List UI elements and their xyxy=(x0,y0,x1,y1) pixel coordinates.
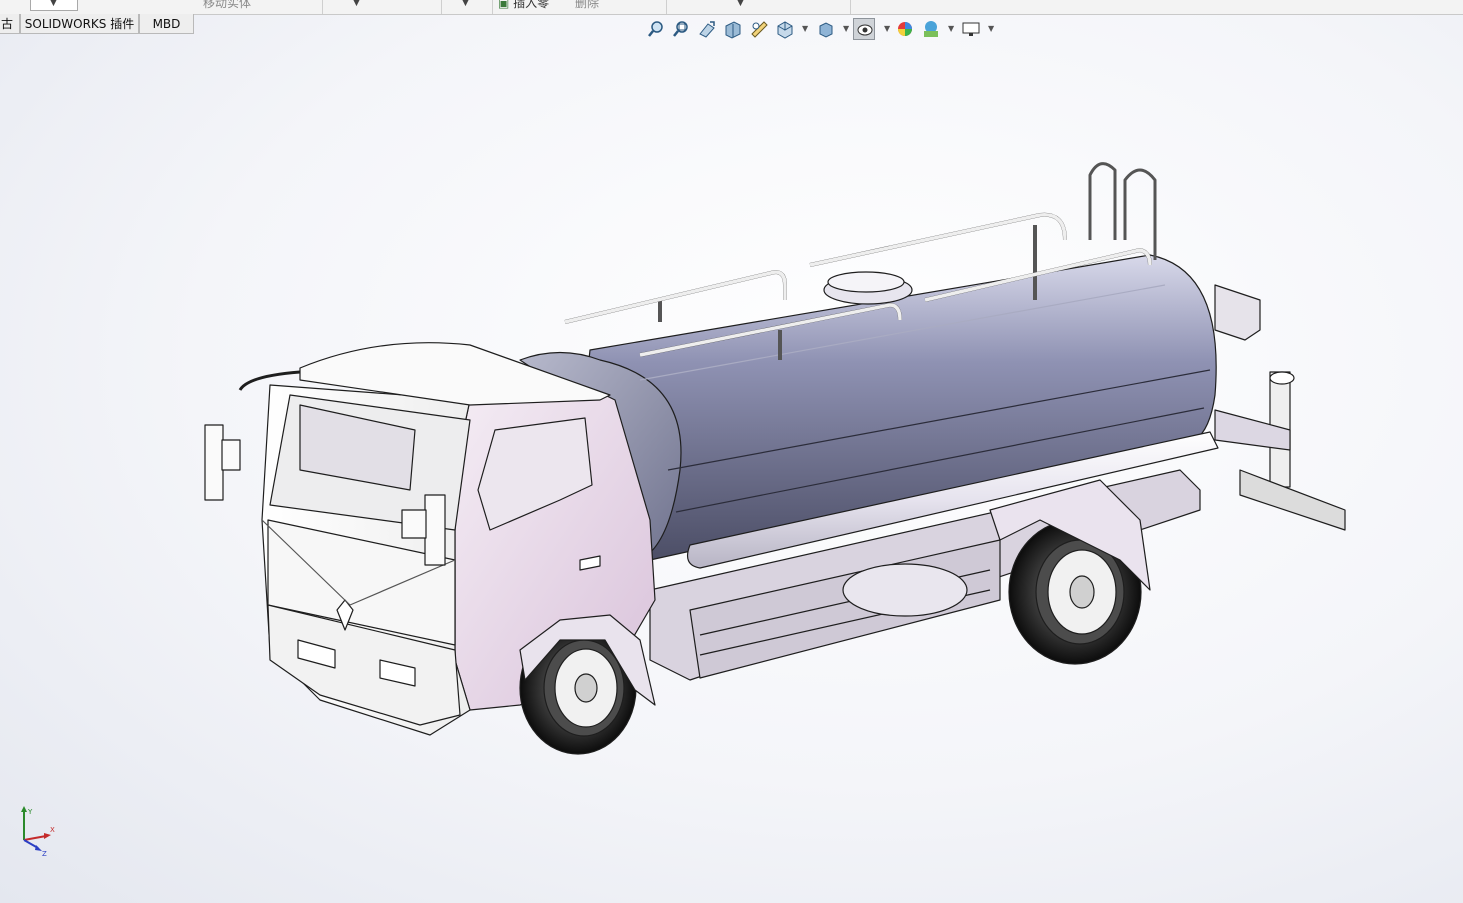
previous-view-button[interactable] xyxy=(696,18,718,40)
section-view-icon xyxy=(725,21,741,39)
front-hub xyxy=(574,673,598,703)
chevron-down-icon[interactable]: ▼ xyxy=(843,24,849,33)
previous-view-icon xyxy=(699,21,715,38)
zoom-to-fit-button[interactable] xyxy=(645,18,667,40)
rear-ladder xyxy=(1088,162,1157,260)
graphics-area[interactable] xyxy=(0,0,1463,903)
zoom-to-area-button[interactable] xyxy=(670,18,692,40)
dynamic-annotation-button[interactable] xyxy=(748,18,770,40)
zoom-to-area-icon xyxy=(673,21,688,37)
y-label: Y xyxy=(27,808,33,816)
z-label: Z xyxy=(42,850,47,858)
air-tank xyxy=(842,563,968,617)
chevron-down-icon[interactable]: ▼ xyxy=(988,24,994,33)
x-axis xyxy=(23,835,47,841)
edit-appearance-button[interactable] xyxy=(894,18,916,40)
z-arrow xyxy=(35,845,42,851)
y-arrow xyxy=(21,806,27,812)
chevron-down-icon[interactable]: ▼ xyxy=(948,24,954,33)
coordinate-triad: Y X Z xyxy=(21,806,55,858)
hide-show-items-button[interactable] xyxy=(853,18,875,40)
view-orientation-icon xyxy=(777,21,793,39)
chevron-down-icon[interactable]: ▼ xyxy=(884,24,890,33)
chevron-down-icon[interactable]: ▼ xyxy=(802,24,808,33)
section-view-button[interactable] xyxy=(722,18,744,40)
manhole-lid xyxy=(827,271,905,293)
view-orientation-button[interactable] xyxy=(774,18,796,40)
truck-model[interactable] xyxy=(204,162,1346,755)
dynamic-annotation-icon xyxy=(751,21,768,38)
rear-pump xyxy=(1214,284,1346,531)
edit-appearance-icon xyxy=(898,22,912,36)
zoom-to-fit-icon xyxy=(648,21,663,37)
view-settings-button[interactable] xyxy=(960,18,982,40)
display-style-icon xyxy=(819,22,833,38)
apply-scene-icon xyxy=(924,21,938,37)
display-style-button[interactable] xyxy=(815,18,837,40)
view-settings-icon xyxy=(962,22,980,36)
apply-scene-button[interactable] xyxy=(920,18,942,40)
hide-show-items-icon xyxy=(857,24,873,36)
rear-hub xyxy=(1069,575,1095,609)
x-label: X xyxy=(50,826,55,834)
